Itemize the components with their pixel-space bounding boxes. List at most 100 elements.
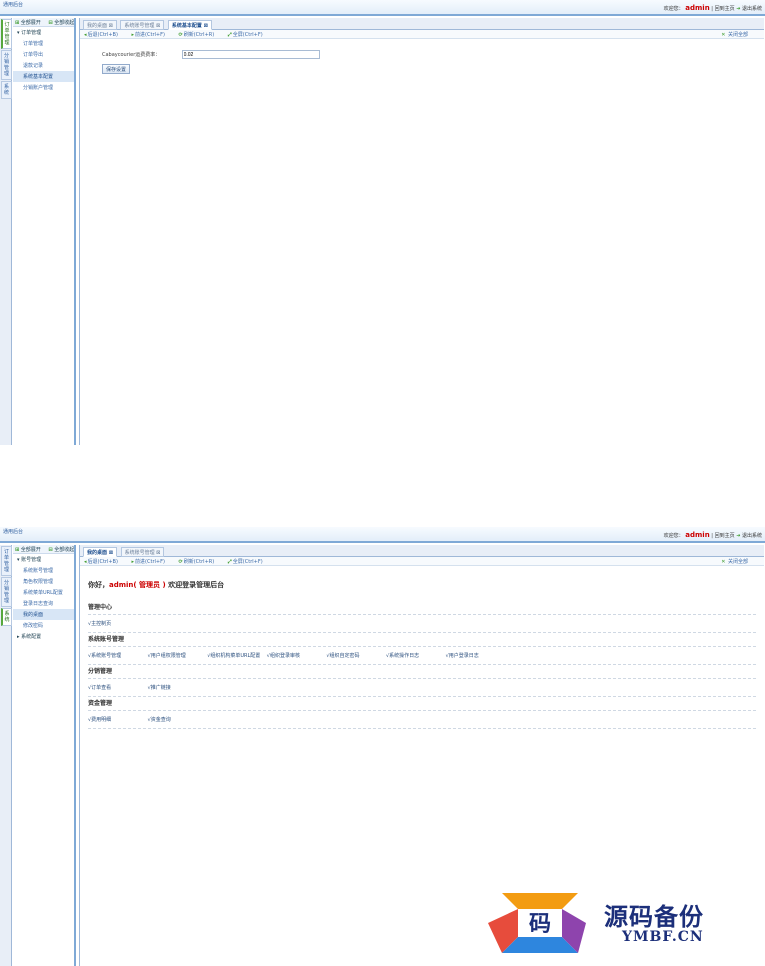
welcome-text: 欢迎您：: [663, 533, 684, 539]
refresh-label: 刷新(Ctrl+R): [183, 559, 215, 565]
tree-toolbar: ⊞ 全部展开 ⊟ 全部收起: [13, 545, 74, 554]
back-button[interactable]: ◂后退(Ctrl+B): [84, 559, 124, 565]
vertical-module-tabs: 订单管理 分销管理 系统: [0, 545, 12, 966]
expand-all-button[interactable]: ⊞ 全部展开: [15, 547, 44, 553]
watermark-logo: 码 源码备份 YMBF.CN: [482, 887, 742, 959]
home-link[interactable]: 回到主页: [715, 533, 735, 539]
sidebar-item-order-export[interactable]: 订单导出: [13, 49, 74, 60]
vtab-system[interactable]: 系统: [1, 608, 12, 626]
vertical-module-tabs: 订单管理 分销管理 系统: [0, 18, 12, 445]
quick-link[interactable]: √订单查看: [88, 684, 146, 691]
sidebar-item-basic-config[interactable]: 系统基本配置: [13, 71, 74, 82]
close-icon[interactable]: ⊠: [109, 23, 113, 29]
quick-link[interactable]: √系统账号管理: [88, 652, 146, 659]
exit-icon[interactable]: ➜: [736, 533, 740, 539]
tree-group-label: 订单管理: [21, 30, 42, 36]
forward-label: 前进(Ctrl+F): [135, 559, 165, 565]
page-toolbar: ◂后退(Ctrl+B) ▸前进(Ctrl+F) ⟳刷新(Ctrl+R) ⤢全屏(…: [80, 30, 764, 39]
back-icon: ◂: [84, 32, 87, 38]
fullscreen-button[interactable]: ⤢全屏(Ctrl+F): [228, 559, 269, 565]
sidebar-item-menu-url-config[interactable]: 系统菜单URL配置: [13, 587, 74, 598]
sidebar-tree: ⊞ 全部展开 ⊟ 全部收起 ▾ 账号管理 系统账号管理 角色权限管理 系统菜单U…: [13, 545, 76, 966]
quick-link[interactable]: √组织登录审核: [267, 652, 325, 659]
main-panel: 我的桌面 ⊠ 系统账号管理 ⊠ 系统基本配置 ⊠ ◂后退(Ctrl+B) ▸前进…: [79, 18, 764, 445]
expand-all-button[interactable]: ⊞ 全部展开: [15, 20, 44, 26]
rate-input[interactable]: [181, 50, 320, 59]
close-icon[interactable]: ⊠: [109, 550, 113, 556]
expand-icon: ⊞: [15, 20, 20, 26]
forward-label: 前进(Ctrl+F): [135, 32, 165, 38]
quick-link[interactable]: √用户组权限管理: [148, 652, 206, 659]
section-title: 分销管理: [88, 666, 756, 679]
code-logo-icon: 码: [488, 893, 586, 953]
fullscreen-button[interactable]: ⤢全屏(Ctrl+F): [228, 32, 269, 38]
tab-desktop[interactable]: 我的桌面 ⊠: [83, 20, 117, 30]
close-all-button[interactable]: ✕ 关闭全部: [721, 558, 754, 565]
quick-link[interactable]: √组织自定密码: [326, 652, 384, 659]
quick-link[interactable]: √主控制页: [88, 620, 146, 627]
sidebar-item-system-accounts[interactable]: 系统账号管理: [13, 565, 74, 576]
vtab-system[interactable]: 系统: [1, 81, 12, 99]
quick-link[interactable]: √组织机构菜单URL配置: [207, 652, 265, 659]
sidebar-item-role-permissions[interactable]: 角色权限管理: [13, 576, 74, 587]
separator: |: [711, 533, 713, 539]
tab-account-mgmt[interactable]: 系统账号管理 ⊠: [120, 547, 165, 557]
close-icon[interactable]: ⊠: [156, 23, 160, 29]
svg-text:码: 码: [529, 911, 551, 937]
watermark-chinese: 源码备份: [604, 902, 704, 931]
close-icon[interactable]: ⊠: [156, 550, 160, 556]
exit-link[interactable]: 退出系统: [742, 533, 762, 539]
top-header: 通用后台 欢迎您： admin | 回到主页 ➜ 退出系统: [0, 527, 765, 543]
fullscreen-label: 全屏(Ctrl+F): [232, 559, 263, 565]
back-button[interactable]: ◂后退(Ctrl+B): [84, 32, 124, 38]
sidebar-item-orders[interactable]: 订单管理: [13, 38, 74, 49]
vtab-distribution[interactable]: 分销管理: [1, 50, 12, 80]
tree-group-system-config[interactable]: ▸ 系统配置: [13, 631, 74, 642]
vtab-distribution[interactable]: 分销管理: [1, 577, 12, 607]
back-label: 后退(Ctrl+B): [87, 559, 118, 565]
refresh-button[interactable]: ⟳刷新(Ctrl+R): [179, 32, 221, 38]
tab-bar: 我的桌面 ⊠ 系统账号管理 ⊠ 系统基本配置 ⊠: [80, 18, 764, 30]
save-settings-button[interactable]: 保存设置: [102, 64, 131, 74]
username: admin: [685, 531, 710, 539]
close-all-button[interactable]: ✕ 关闭全部: [721, 31, 754, 38]
quick-link[interactable]: √推广链接: [148, 684, 206, 691]
sidebar-item-refunds[interactable]: 退款记录: [13, 60, 74, 71]
quick-link[interactable]: √用户登录日志: [446, 652, 504, 659]
sidebar-item-my-desktop[interactable]: 我的桌面: [13, 609, 74, 620]
exit-link[interactable]: 退出系统: [742, 6, 762, 12]
screenshot-desktop: 通用后台 欢迎您： admin | 回到主页 ➜ 退出系统 订单管理 分销管理 …: [0, 527, 765, 966]
refresh-button[interactable]: ⟳刷新(Ctrl+R): [179, 559, 221, 565]
welcome-area: 欢迎您： admin | 回到主页 ➜ 退出系统: [664, 531, 762, 539]
expand-label: 全部展开: [20, 547, 41, 553]
close-icon[interactable]: ⊠: [204, 23, 208, 29]
fullscreen-icon: ⤢: [227, 32, 232, 38]
tab-basic-config[interactable]: 系统基本配置 ⊠: [167, 20, 212, 30]
vtab-orders[interactable]: 订单管理: [1, 19, 12, 49]
quick-link[interactable]: √费用明细: [88, 716, 146, 723]
vtab-orders[interactable]: 订单管理: [1, 546, 12, 576]
welcome-greeting: 你好，admin( 管理员 ) 欢迎登录管理后台: [88, 580, 224, 590]
sidebar-item-login-logs[interactable]: 登录日志查询: [13, 598, 74, 609]
section-links: √费用明细 √资金查询: [88, 711, 756, 729]
rate-label: Cabaycourier运费费率：: [102, 52, 161, 58]
refresh-icon: ⟳: [178, 32, 183, 38]
tree-group-orders[interactable]: ▾ 订单管理: [13, 27, 74, 38]
exit-icon[interactable]: ➜: [736, 6, 740, 12]
collapse-all-button[interactable]: ⊟ 全部收起: [48, 20, 77, 26]
forward-button[interactable]: ▸前进(Ctrl+F): [132, 32, 171, 38]
fullscreen-icon: ⤢: [227, 559, 232, 565]
home-link[interactable]: 回到主页: [715, 6, 735, 12]
back-label: 后退(Ctrl+B): [87, 32, 118, 38]
tree-group-accounts[interactable]: ▾ 账号管理: [13, 554, 74, 565]
collapse-all-button[interactable]: ⊟ 全部收起: [48, 547, 77, 553]
sidebar-item-distributor-accounts[interactable]: 分销账户管理: [13, 82, 74, 93]
sidebar-item-change-password[interactable]: 修改密码: [13, 620, 74, 631]
tab-desktop[interactable]: 我的桌面 ⊠: [83, 547, 117, 557]
forward-button[interactable]: ▸前进(Ctrl+F): [132, 559, 171, 565]
tab-account-mgmt[interactable]: 系统账号管理 ⊠: [120, 20, 165, 30]
tab-label: 系统基本配置: [171, 23, 202, 29]
quick-link[interactable]: √资金查询: [148, 716, 206, 723]
separator: |: [711, 6, 713, 12]
quick-link[interactable]: √系统操作日志: [386, 652, 444, 659]
